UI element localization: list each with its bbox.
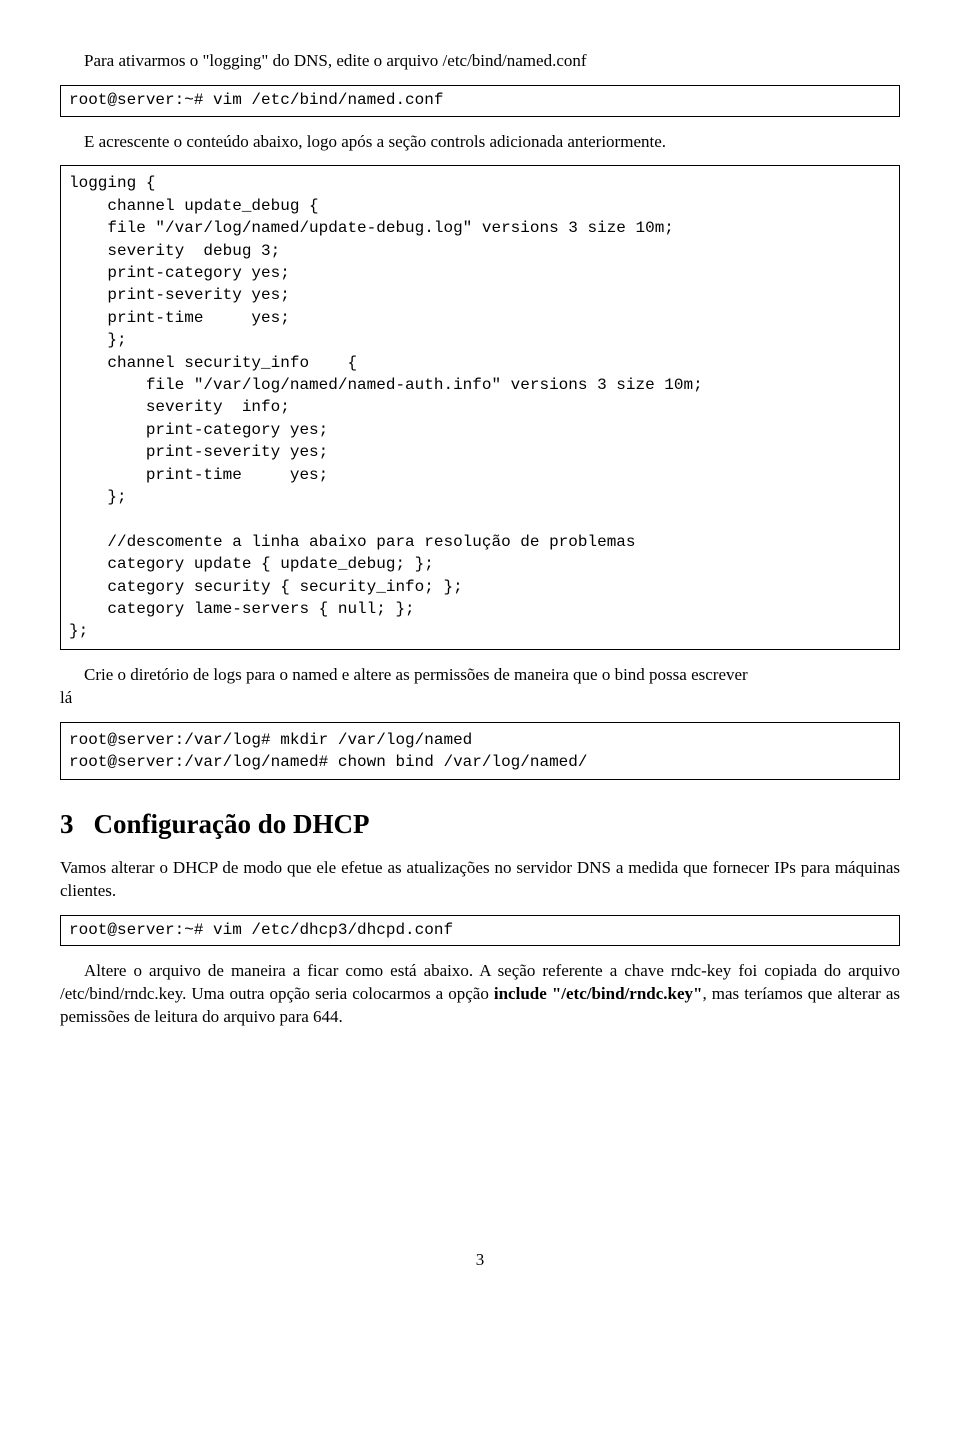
section-title: Configuração do DHCP	[94, 809, 370, 839]
code-logging-block: logging { channel update_debug { file "/…	[60, 165, 900, 649]
section-heading-dhcp: 3 Configuração do DHCP	[60, 806, 900, 842]
code-vim-named-conf: root@server:~# vim /etc/bind/named.conf	[60, 85, 900, 117]
code-vim-dhcpd-conf: root@server:~# vim /etc/dhcp3/dhcpd.conf	[60, 915, 900, 947]
paragraph-create-logdir: Crie o diretório de logs para o named e …	[60, 664, 900, 710]
section-number: 3	[60, 806, 74, 842]
paragraph-body: Crie o diretório de logs para o named e …	[60, 664, 900, 687]
paragraph-dhcp-edit: Altere o arquivo de maneira a ficar como…	[60, 960, 900, 1029]
hanging-word-la: lá	[60, 687, 84, 710]
paragraph-dhcp-intro: Vamos alterar o DHCP de modo que ele efe…	[60, 857, 900, 903]
paragraph-add-content: E acrescente o conteúdo abaixo, logo apó…	[60, 131, 900, 154]
text-include-path: include "/etc/bind/rndc.key"	[494, 984, 703, 1003]
page-number: 3	[60, 1249, 900, 1272]
code-mkdir-chown: root@server:/var/log# mkdir /var/log/nam…	[60, 722, 900, 781]
paragraph-intro-logging: Para ativarmos o "logging" do DNS, edite…	[60, 50, 900, 73]
